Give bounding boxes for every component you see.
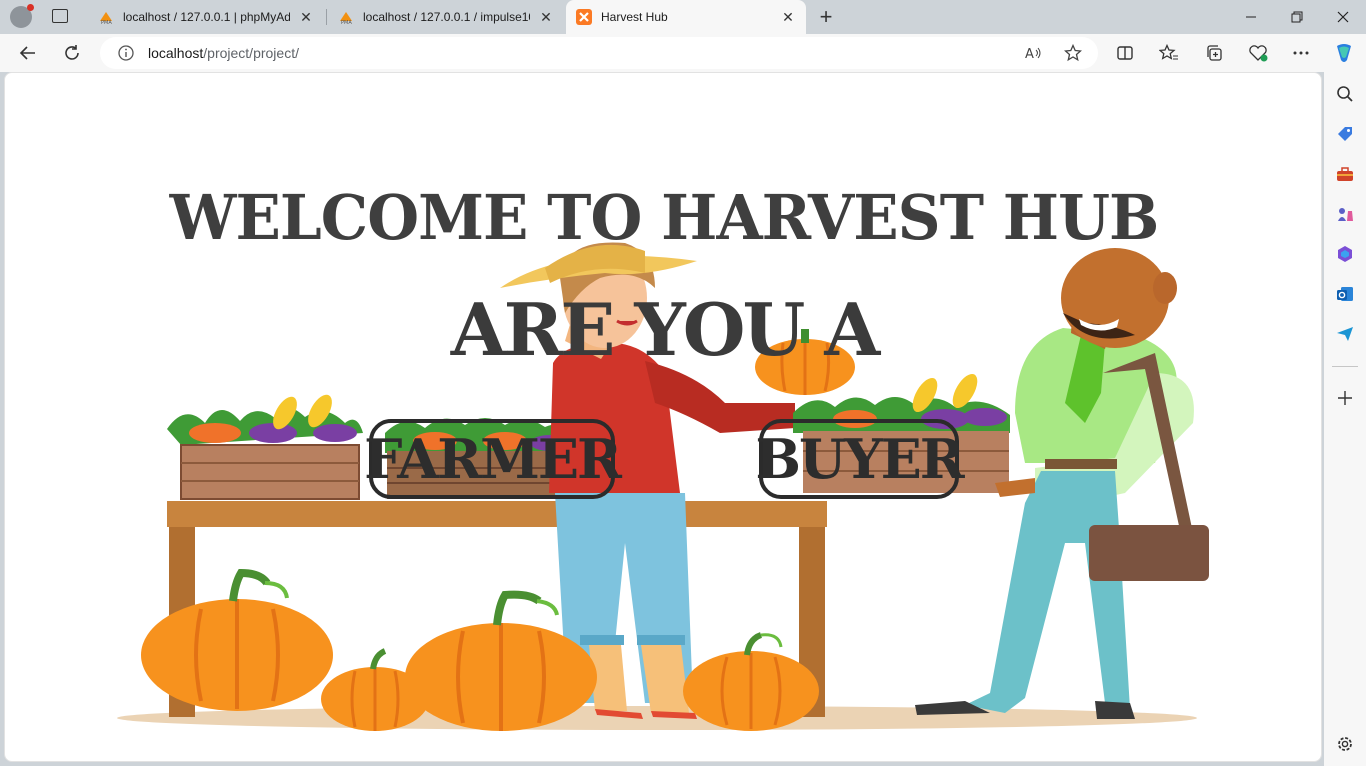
svg-text:PMA: PMA — [101, 20, 112, 25]
collections-icon — [1207, 45, 1222, 61]
svg-text:A: A — [1025, 47, 1034, 61]
profile-avatar[interactable] — [10, 4, 34, 28]
read-aloud-icon[interactable]: A — [1025, 45, 1043, 61]
gear-icon — [1338, 737, 1352, 751]
sidebar-add-button[interactable] — [1333, 386, 1357, 410]
microsoft365-icon — [1338, 246, 1352, 262]
buyer-button[interactable]: BUYER — [755, 419, 965, 499]
sidebar-search-button[interactable] — [1333, 82, 1357, 106]
collections-button[interactable] — [1198, 38, 1230, 68]
page-viewport: WELCOME TO HARVEST HUB ARE YOU A FARMER … — [4, 72, 1322, 762]
tab-strip: PMA localhost / 127.0.0.1 | phpMyAdm ✕ P… — [0, 0, 1366, 34]
restore-button[interactable] — [1274, 0, 1320, 34]
browser-essentials-button[interactable] — [1242, 38, 1274, 68]
sidebar-outlook-button[interactable] — [1333, 282, 1357, 306]
url-text: localhost/project/project/ — [148, 45, 299, 61]
new-tab-button[interactable]: + — [814, 4, 838, 29]
browser-toolbar: localhost/project/project/ A — [0, 34, 1366, 72]
close-tab-icon[interactable]: ✕ — [780, 9, 796, 26]
tab-phpmyadmin-2[interactable]: PMA localhost / 127.0.0.1 / impulse101 ✕ — [328, 0, 564, 34]
games-chess-icon — [1338, 208, 1353, 221]
favorite-star-icon[interactable] — [1064, 44, 1082, 62]
heart-pulse-icon — [1249, 45, 1268, 62]
site-info-icon[interactable] — [118, 45, 134, 61]
back-button[interactable] — [12, 38, 44, 68]
sidebar-games-button[interactable] — [1333, 202, 1357, 226]
sidebar-shopping-button[interactable] — [1333, 122, 1357, 146]
settings-more-button[interactable] — [1285, 38, 1317, 68]
url-host: localhost — [148, 45, 204, 61]
plus-icon — [1338, 391, 1352, 405]
phpmyadmin-icon: PMA — [100, 12, 112, 25]
minimize-button[interactable] — [1228, 0, 1274, 34]
close-icon — [1337, 11, 1349, 23]
edge-sidebar — [1324, 72, 1366, 766]
copilot-button[interactable] — [1328, 38, 1360, 68]
shopping-tag-icon — [1338, 127, 1352, 141]
outlook-icon — [1337, 287, 1353, 301]
reload-button[interactable] — [56, 38, 88, 68]
toolbox-icon — [1337, 167, 1353, 181]
split-screen-icon — [1117, 46, 1133, 60]
copilot-icon — [1337, 44, 1351, 62]
send-paper-plane-icon — [1337, 327, 1353, 341]
sidebar-divider — [1332, 366, 1358, 367]
url-path: /project/project/ — [203, 45, 299, 61]
split-screen-button[interactable] — [1109, 38, 1141, 68]
pumpkin-right — [683, 632, 819, 731]
vegetable-crate-left — [167, 394, 363, 500]
ground-pumpkins — [141, 568, 819, 731]
xampp-icon — [576, 9, 592, 25]
svg-text:PMA: PMA — [341, 20, 352, 25]
address-bar[interactable]: localhost/project/project/ A — [100, 37, 1098, 69]
favorites-button[interactable] — [1153, 38, 1185, 68]
tab-title: Harvest Hub — [601, 10, 668, 24]
tab-actions-button[interactable] — [52, 9, 68, 23]
welcome-heading: WELCOME TO HARVEST HUB — [169, 181, 1160, 254]
farmers-market-illustration — [117, 242, 1209, 731]
restore-icon — [1291, 11, 1303, 23]
minimize-icon — [1246, 16, 1256, 18]
favorites-icon — [1159, 44, 1178, 60]
search-icon — [1337, 86, 1353, 102]
close-tab-icon[interactable]: ✕ — [298, 9, 314, 26]
back-arrow-icon — [19, 46, 35, 60]
role-question-heading: ARE YOU A — [450, 287, 880, 372]
tab-title: localhost / 127.0.0.1 / impulse101 — [363, 10, 530, 24]
tab-divider — [326, 9, 327, 25]
close-tab-icon[interactable]: ✕ — [538, 9, 554, 26]
farmer-button[interactable]: FARMER — [364, 419, 622, 499]
more-dots-icon — [1293, 51, 1309, 55]
notification-dot — [27, 4, 34, 11]
tab-harvest-hub[interactable]: Harvest Hub ✕ — [566, 0, 806, 34]
sidebar-tools-button[interactable] — [1333, 162, 1357, 186]
sidebar-send-button[interactable] — [1333, 322, 1357, 346]
sidebar-microsoft365-button[interactable] — [1333, 242, 1357, 266]
reload-icon — [65, 45, 79, 60]
tab-phpmyadmin-1[interactable]: PMA localhost / 127.0.0.1 | phpMyAdm ✕ — [88, 0, 324, 34]
close-window-button[interactable] — [1320, 0, 1366, 34]
tab-title: localhost / 127.0.0.1 | phpMyAdm — [123, 10, 290, 24]
phpmyadmin-icon: PMA — [340, 12, 352, 25]
sidebar-settings-button[interactable] — [1333, 732, 1357, 756]
